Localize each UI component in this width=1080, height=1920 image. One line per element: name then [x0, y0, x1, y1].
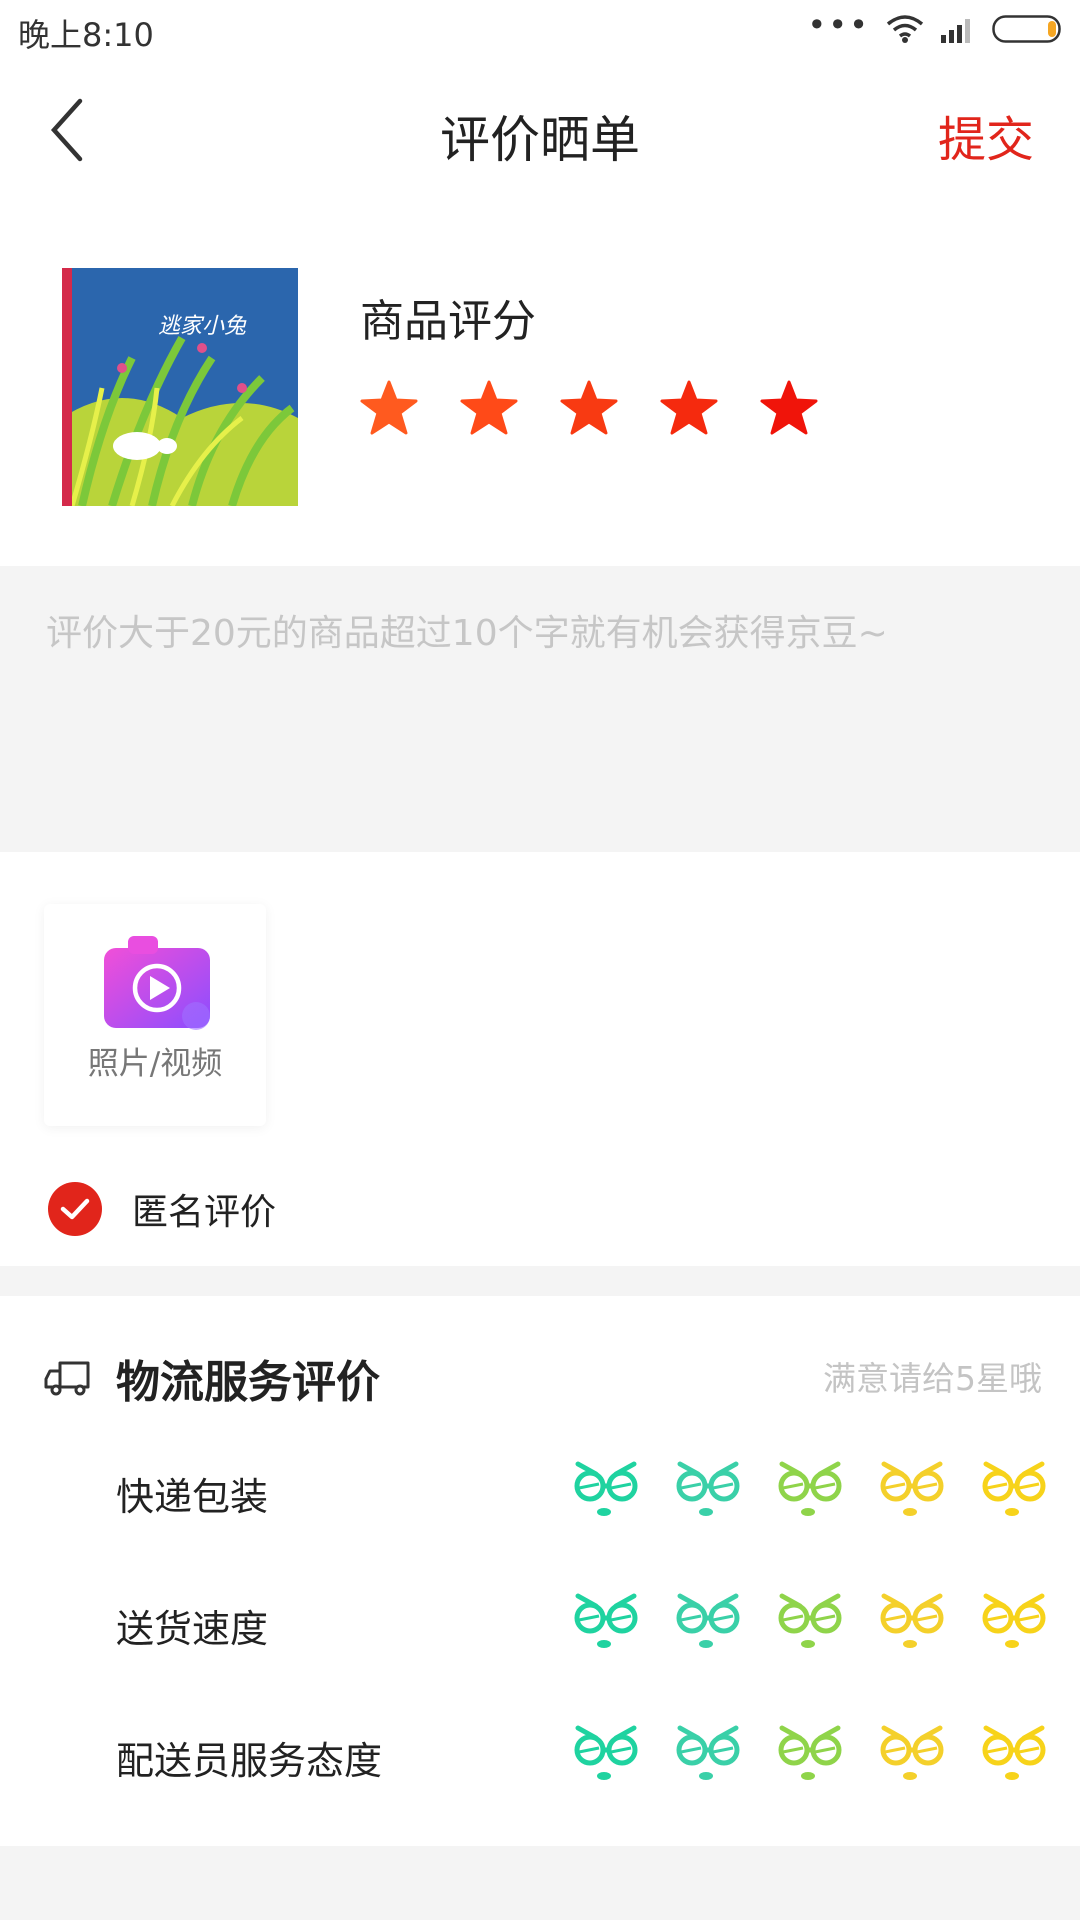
rating-row-speed: 送货速度	[0, 1570, 1080, 1670]
media-section: 照片/视频 匿名评价	[0, 852, 1080, 1266]
wifi-icon	[886, 15, 924, 43]
product-rating-section: 逃家小兔 商品评分	[0, 210, 1080, 566]
anonymous-toggle[interactable]: 匿名评价	[48, 1182, 276, 1236]
book-spine	[62, 268, 72, 506]
nav-bar: 评价晒单 提交	[0, 60, 1080, 210]
face-rating[interactable]	[570, 1588, 1050, 1654]
face-rating-icon[interactable]	[570, 1456, 642, 1522]
row-label: 快递包装	[116, 1475, 269, 1519]
face-rating-icon[interactable]	[774, 1588, 846, 1654]
photo-video-upload-button[interactable]: 照片/视频	[44, 904, 266, 1126]
review-textarea[interactable]	[0, 566, 1080, 852]
logistics-hint: 满意请给5星哦	[823, 1359, 1042, 1398]
star-icon[interactable]	[460, 380, 518, 436]
face-rating-icon[interactable]	[876, 1720, 948, 1786]
status-bar: 晚上8:10 •••	[0, 0, 1080, 60]
face-rating-icon[interactable]	[774, 1720, 846, 1786]
row-label: 配送员服务态度	[116, 1739, 383, 1783]
face-rating[interactable]	[570, 1720, 1050, 1786]
star-icon[interactable]	[360, 380, 418, 436]
book-cover-title: 逃家小兔	[158, 314, 247, 339]
face-rating-icon[interactable]	[978, 1588, 1050, 1654]
star-icon[interactable]	[660, 380, 718, 436]
more-dots-icon: •••	[807, 6, 870, 44]
face-rating[interactable]	[570, 1456, 1050, 1522]
truck-icon	[44, 1361, 90, 1396]
camera-video-icon	[104, 936, 210, 1030]
product-rating-label: 商品评分	[360, 296, 536, 347]
star-icon[interactable]	[760, 380, 818, 436]
upload-label: 照片/视频	[87, 1046, 223, 1082]
star-icon[interactable]	[560, 380, 618, 436]
logistics-title: 物流服务评价	[116, 1357, 380, 1408]
review-textarea-container	[0, 566, 1080, 852]
face-rating-icon[interactable]	[570, 1588, 642, 1654]
face-rating-icon[interactable]	[672, 1588, 744, 1654]
rating-row-packaging: 快递包装	[0, 1438, 1080, 1538]
face-rating-icon[interactable]	[978, 1720, 1050, 1786]
rating-row-courier-attitude: 配送员服务态度	[0, 1702, 1080, 1802]
product-image: 逃家小兔	[62, 268, 298, 506]
face-rating-icon[interactable]	[876, 1588, 948, 1654]
submit-button[interactable]: 提交	[938, 100, 1034, 170]
anonymous-label: 匿名评价	[132, 1192, 277, 1233]
face-rating-icon[interactable]	[570, 1720, 642, 1786]
page-title: 评价晒单	[440, 111, 640, 169]
face-rating-icon[interactable]	[672, 1720, 744, 1786]
signal-icon	[941, 19, 970, 43]
face-rating-icon[interactable]	[876, 1456, 948, 1522]
row-label: 送货速度	[116, 1607, 269, 1651]
face-rating-icon[interactable]	[774, 1456, 846, 1522]
status-icons: •••	[807, 9, 1064, 44]
battery-icon	[992, 15, 1061, 43]
status-time: 晚上8:10	[18, 16, 154, 54]
checkmark-icon	[48, 1182, 102, 1236]
face-rating-icon[interactable]	[978, 1456, 1050, 1522]
logistics-rating-section: 物流服务评价 满意请给5星哦 快递包装 送货速度 配送员服务态度	[0, 1296, 1080, 1846]
logistics-header: 物流服务评价	[44, 1346, 380, 1410]
star-rating[interactable]	[360, 380, 818, 436]
face-rating-icon[interactable]	[672, 1456, 744, 1522]
